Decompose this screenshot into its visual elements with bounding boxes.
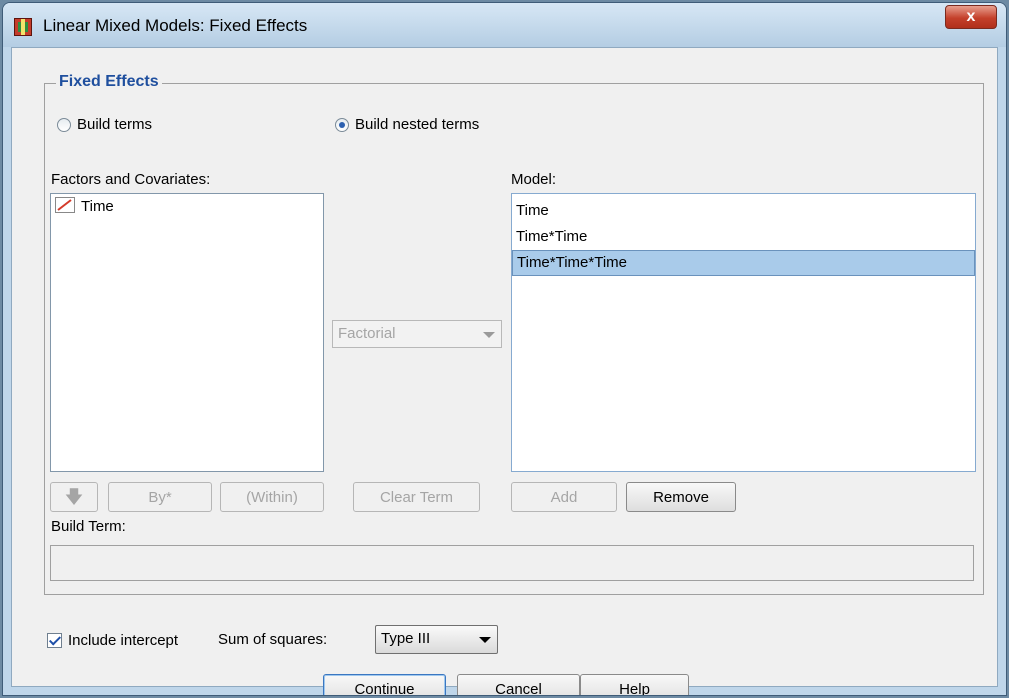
close-button[interactable]: x [945, 5, 997, 29]
factors-covariates-list[interactable]: Time [50, 193, 324, 472]
term-type-value: Factorial [338, 325, 396, 342]
chevron-down-icon [483, 332, 495, 338]
build-nested-terms-label: Build nested terms [355, 116, 480, 133]
add-button[interactable]: Add [511, 482, 617, 512]
dialog-window: Linear Mixed Models: Fixed Effects x Fix… [2, 2, 1007, 696]
term-type-dropdown[interactable]: Factorial [332, 320, 502, 348]
model-list[interactable]: Time Time*Time Time*Time*Time [511, 193, 976, 472]
dialog-body: Fixed Effects Build terms Build nested t… [11, 47, 998, 695]
clear-term-button[interactable]: Clear Term [353, 482, 480, 512]
within-button[interactable]: (Within) [220, 482, 324, 512]
build-term-label: Build Term: [51, 518, 126, 535]
sum-of-squares-dropdown[interactable]: Type III [375, 625, 498, 654]
sum-of-squares-label: Sum of squares: [218, 631, 328, 648]
continue-button[interactable]: Continue [323, 674, 446, 695]
include-intercept-checkbox[interactable]: Include intercept [47, 632, 178, 649]
fixed-effects-legend: Fixed Effects [56, 73, 162, 91]
title-bar: Linear Mixed Models: Fixed Effects x [3, 3, 1006, 47]
spss-app-icon [14, 18, 32, 36]
remove-button[interactable]: Remove [626, 482, 736, 512]
radio-indicator-off [57, 117, 71, 132]
radio-indicator-on [335, 117, 349, 132]
help-button[interactable]: Help [580, 674, 689, 695]
down-arrow-icon: 🡇 [64, 487, 84, 507]
build-terms-label: Build terms [77, 116, 153, 133]
by-button[interactable]: By* [108, 482, 212, 512]
model-label: Model: [511, 171, 557, 188]
sum-of-squares-value: Type III [381, 630, 431, 647]
list-item[interactable]: Time [512, 198, 975, 224]
build-terms-radio[interactable]: Build terms [57, 116, 152, 133]
build-nested-terms-radio[interactable]: Build nested terms [335, 116, 479, 133]
list-item-selected[interactable]: Time*Time*Time [512, 250, 975, 276]
chevron-down-icon [479, 637, 491, 643]
list-item[interactable]: Time*Time [512, 224, 975, 250]
down-arrow-button[interactable]: 🡇 [50, 482, 98, 512]
cancel-button[interactable]: Cancel [457, 674, 580, 695]
factor-item-label: Time [81, 198, 114, 215]
list-item[interactable]: Time [51, 194, 323, 220]
window-title: Linear Mixed Models: Fixed Effects [43, 16, 308, 35]
factors-covariates-label: Factors and Covariates: [51, 171, 211, 188]
build-term-field[interactable] [50, 545, 974, 581]
include-intercept-label: Include intercept [68, 632, 179, 649]
scale-variable-icon [55, 197, 75, 213]
checkbox-indicator [47, 633, 62, 648]
